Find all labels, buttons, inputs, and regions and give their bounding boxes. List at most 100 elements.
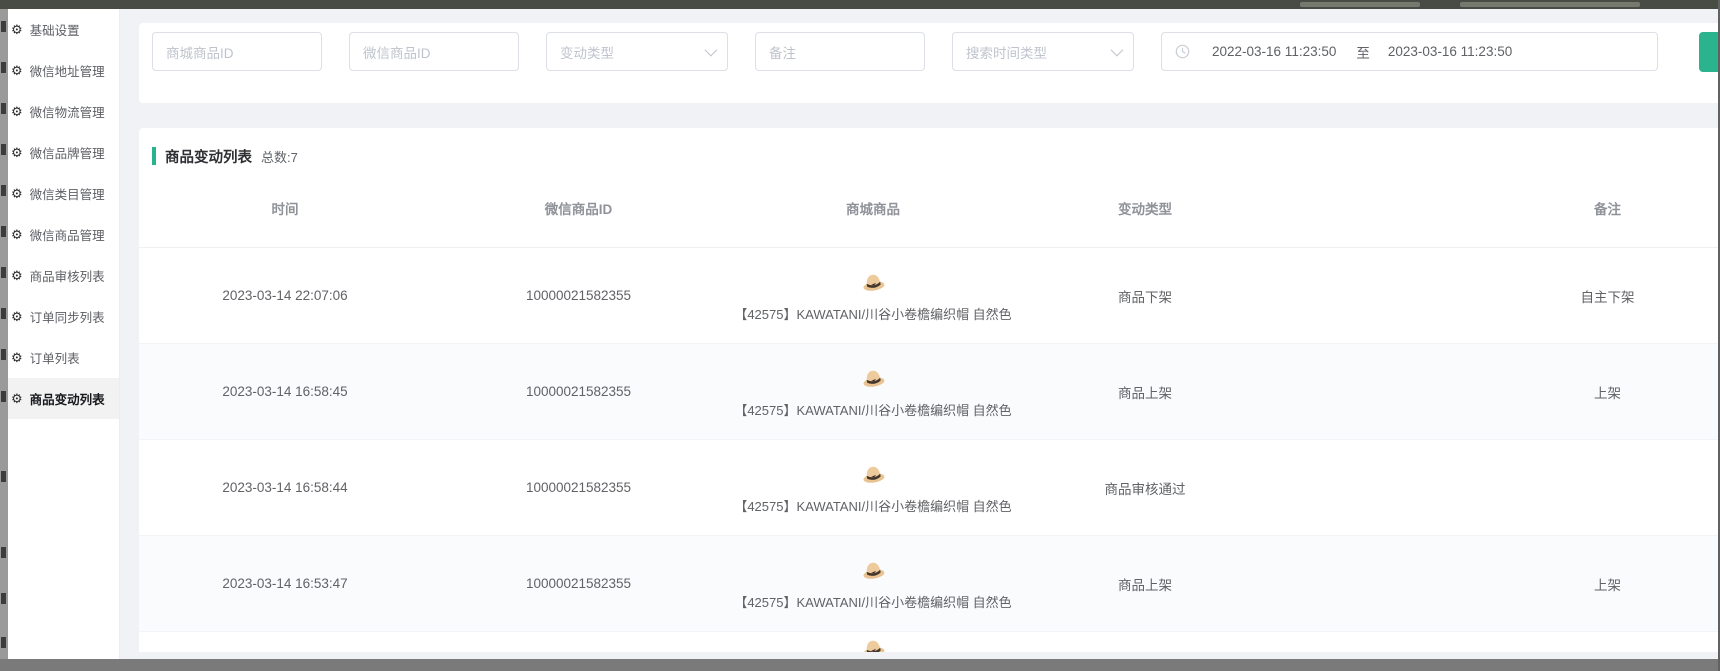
cell-product: 【42575】KAWATANI/川谷小卷檐编织帽 自然色 <box>726 556 1020 611</box>
gear-icon <box>11 64 23 77</box>
sidebar-item-0[interactable]: 基础设置 <box>8 9 119 50</box>
sidebar-item-7[interactable]: 订单同步列表 <box>8 296 119 337</box>
list-header: 商品变动列表 总数:7 <box>139 128 1720 168</box>
column-header-time: 时间 <box>139 198 431 218</box>
table-row: 2023-03-14 16:53:47 10000021582355 【4257… <box>139 536 1720 632</box>
cell-wechat-id: 10000021582355 <box>431 288 726 303</box>
product-change-list-panel: 商品变动列表 总数:7 时间 微信商品ID 商城商品 变动类型 备注 2023-… <box>139 128 1720 652</box>
sidebar-item-label: 订单列表 <box>30 348 80 367</box>
change-type-select[interactable]: 变动类型 <box>546 32 728 71</box>
column-header-product: 商城商品 <box>726 198 1020 218</box>
sidebar-item-label: 基础设置 <box>30 20 80 39</box>
date-end-value: 2023-03-16 11:23:50 <box>1388 44 1512 59</box>
gear-icon <box>11 392 23 405</box>
sidebar-item-9[interactable]: 商品变动列表 <box>8 378 119 419</box>
data-table: 时间 微信商品ID 商城商品 变动类型 备注 2023-03-14 22:07:… <box>139 168 1720 652</box>
sidebar-item-label: 商品变动列表 <box>30 389 105 408</box>
table-row: 2023-03-14 16:58:45 10000021582355 【4257… <box>139 344 1720 440</box>
horizontal-scrollbar-thumb[interactable] <box>0 659 1720 671</box>
gear-icon <box>11 23 23 36</box>
cell-time: 2023-03-14 22:07:06 <box>139 288 431 303</box>
product-name: 【42575】KAWATANI/川谷小卷檐编织帽 自然色 <box>734 496 1011 515</box>
column-header-wechat-id: 微信商品ID <box>431 198 726 218</box>
cell-product: 【42575】KAWATANI/川谷小卷檐编织帽 自然色 <box>726 364 1020 419</box>
search-time-type-placeholder: 搜索时间类型 <box>966 42 1047 62</box>
cell-time: 2023-03-14 16:53:47 <box>139 576 431 591</box>
filter-bar: 商城商品ID 微信商品ID 变动类型 备注 搜索时间类型 2022-03-16 … <box>139 23 1720 103</box>
cell-remark: 上架 <box>1270 574 1720 594</box>
clipped-panel-strip <box>0 9 8 659</box>
straw-hat-image <box>860 556 887 583</box>
cell-product: 【42575】KAWATANI/川谷小卷檐编织帽 自然色 <box>726 460 1020 515</box>
sidebar-item-3[interactable]: 微信品牌管理 <box>8 132 119 173</box>
table-row: 2023-03-14 22:07:06 10000021582355 【4257… <box>139 248 1720 344</box>
straw-hat-image <box>860 460 887 487</box>
clock-icon <box>1175 44 1190 59</box>
cell-product <box>726 632 1020 652</box>
gear-icon <box>11 310 23 323</box>
gear-icon <box>11 146 23 159</box>
cell-change-type: 商品上架 <box>1020 382 1270 402</box>
straw-hat-image <box>860 634 887 652</box>
gear-icon <box>11 187 23 200</box>
straw-hat-image <box>860 268 887 295</box>
cell-remark: 上架 <box>1270 382 1720 402</box>
sidebar-item-label: 商品审核列表 <box>30 266 105 285</box>
sidebar-menu: 基础设置 微信地址管理 微信物流管理 微信品牌管理 微信类目管理 微信商品管理 … <box>8 9 120 659</box>
search-time-type-select[interactable]: 搜索时间类型 <box>952 32 1134 71</box>
sidebar-item-4[interactable]: 微信类目管理 <box>8 173 119 214</box>
date-separator: 至 <box>1356 42 1370 62</box>
date-range-picker[interactable]: 2022-03-16 11:23:50 至 2023-03-16 11:23:5… <box>1161 32 1658 71</box>
cell-remark: 自主下架 <box>1270 286 1720 306</box>
wechat-product-id-input[interactable]: 微信商品ID <box>349 32 519 71</box>
product-name: 【42575】KAWATANI/川谷小卷檐编织帽 自然色 <box>734 400 1011 419</box>
cell-change-type: 商品审核通过 <box>1020 478 1270 498</box>
sidebar-item-8[interactable]: 订单列表 <box>8 337 119 378</box>
change-type-placeholder: 变动类型 <box>560 42 614 62</box>
product-name: 【42575】KAWATANI/川谷小卷檐编织帽 自然色 <box>734 592 1011 611</box>
cell-wechat-id: 10000021582355 <box>431 480 726 495</box>
gear-icon <box>11 351 23 364</box>
date-start-value: 2022-03-16 11:23:50 <box>1212 44 1336 59</box>
straw-hat-image <box>860 364 887 391</box>
sidebar-item-5[interactable]: 微信商品管理 <box>8 214 119 255</box>
gear-icon <box>11 269 23 282</box>
cell-time: 2023-03-14 16:58:44 <box>139 480 431 495</box>
sidebar-item-label: 微信地址管理 <box>30 61 105 80</box>
table-header-row: 时间 微信商品ID 商城商品 变动类型 备注 <box>139 168 1720 248</box>
chrome-ghost-text <box>1300 2 1420 7</box>
sidebar-item-label: 微信类目管理 <box>30 184 105 203</box>
mall-product-id-input[interactable]: 商城商品ID <box>152 32 322 71</box>
sidebar-item-label: 微信品牌管理 <box>30 143 105 162</box>
sidebar-item-6[interactable]: 商品审核列表 <box>8 255 119 296</box>
cell-time: 2023-03-14 16:58:45 <box>139 384 431 399</box>
table-row: 2023-03-14 16:58:44 10000021582355 【4257… <box>139 440 1720 536</box>
cell-change-type: 商品下架 <box>1020 286 1270 306</box>
title-accent-bar <box>152 147 156 165</box>
gear-icon <box>11 228 23 241</box>
app-window: 基础设置 微信地址管理 微信物流管理 微信品牌管理 微信类目管理 微信商品管理 … <box>0 0 1720 671</box>
column-header-change-type: 变动类型 <box>1020 198 1270 218</box>
search-button[interactable]: 搜索 <box>1699 32 1720 72</box>
product-name: 【42575】KAWATANI/川谷小卷檐编织帽 自然色 <box>734 304 1011 323</box>
column-header-remark: 备注 <box>1270 198 1720 218</box>
sidebar-item-label: 微信商品管理 <box>30 225 105 244</box>
sidebar-item-2[interactable]: 微信物流管理 <box>8 91 119 132</box>
table-body: 2023-03-14 22:07:06 10000021582355 【4257… <box>139 248 1720 652</box>
page-title: 商品变动列表 <box>165 146 252 167</box>
chevron-down-icon <box>1111 44 1124 57</box>
cell-change-type: 商品上架 <box>1020 574 1270 594</box>
chevron-down-icon <box>705 44 718 57</box>
browser-chrome-remnant <box>0 0 1720 9</box>
sidebar-item-label: 订单同步列表 <box>30 307 105 326</box>
total-count: 总数:7 <box>261 147 298 166</box>
cell-product: 【42575】KAWATANI/川谷小卷檐编织帽 自然色 <box>726 268 1020 323</box>
remark-input[interactable]: 备注 <box>755 32 925 71</box>
sidebar-item-label: 微信物流管理 <box>30 102 105 121</box>
sidebar-item-1[interactable]: 微信地址管理 <box>8 50 119 91</box>
table-row <box>139 632 1720 652</box>
cell-wechat-id: 10000021582355 <box>431 384 726 399</box>
gear-icon <box>11 105 23 118</box>
chrome-ghost-text <box>1460 2 1640 7</box>
cell-wechat-id: 10000021582355 <box>431 576 726 591</box>
